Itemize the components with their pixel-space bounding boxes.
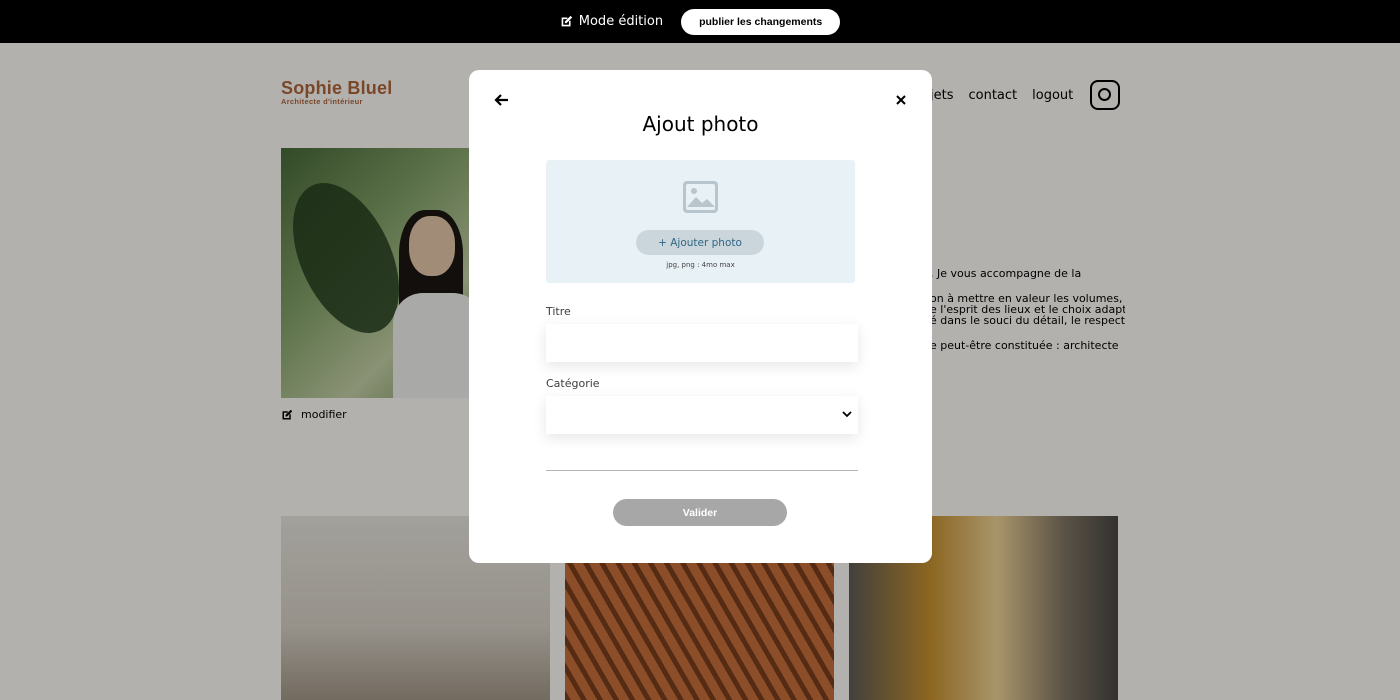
publish-changes-button[interactable]: publier les changements	[681, 8, 841, 35]
category-label: Catégorie	[546, 377, 600, 390]
divider	[546, 470, 858, 471]
edit-icon	[561, 15, 572, 27]
image-icon	[683, 181, 718, 213]
arrow-left-icon[interactable]	[493, 92, 509, 108]
photo-upload-zone[interactable]: + Ajouter photo jpg, png : 4mo max	[546, 160, 855, 283]
validate-button[interactable]: Valider	[613, 499, 787, 526]
close-icon[interactable]	[894, 93, 908, 107]
add-photo-modal: Ajout photo + Ajouter photo jpg, png : 4…	[469, 70, 932, 563]
category-select[interactable]	[546, 396, 858, 434]
title-input[interactable]	[546, 324, 858, 362]
upload-hint: jpg, png : 4mo max	[666, 261, 735, 269]
edit-mode-label: Mode édition	[578, 14, 664, 29]
add-photo-button[interactable]: + Ajouter photo	[636, 230, 764, 255]
edit-mode-indicator: Mode édition	[560, 14, 663, 29]
edit-mode-bar: Mode édition publier les changements	[0, 0, 1400, 43]
title-label: Titre	[546, 305, 571, 318]
modal-title: Ajout photo	[642, 112, 759, 136]
chevron-down-icon	[842, 411, 852, 418]
